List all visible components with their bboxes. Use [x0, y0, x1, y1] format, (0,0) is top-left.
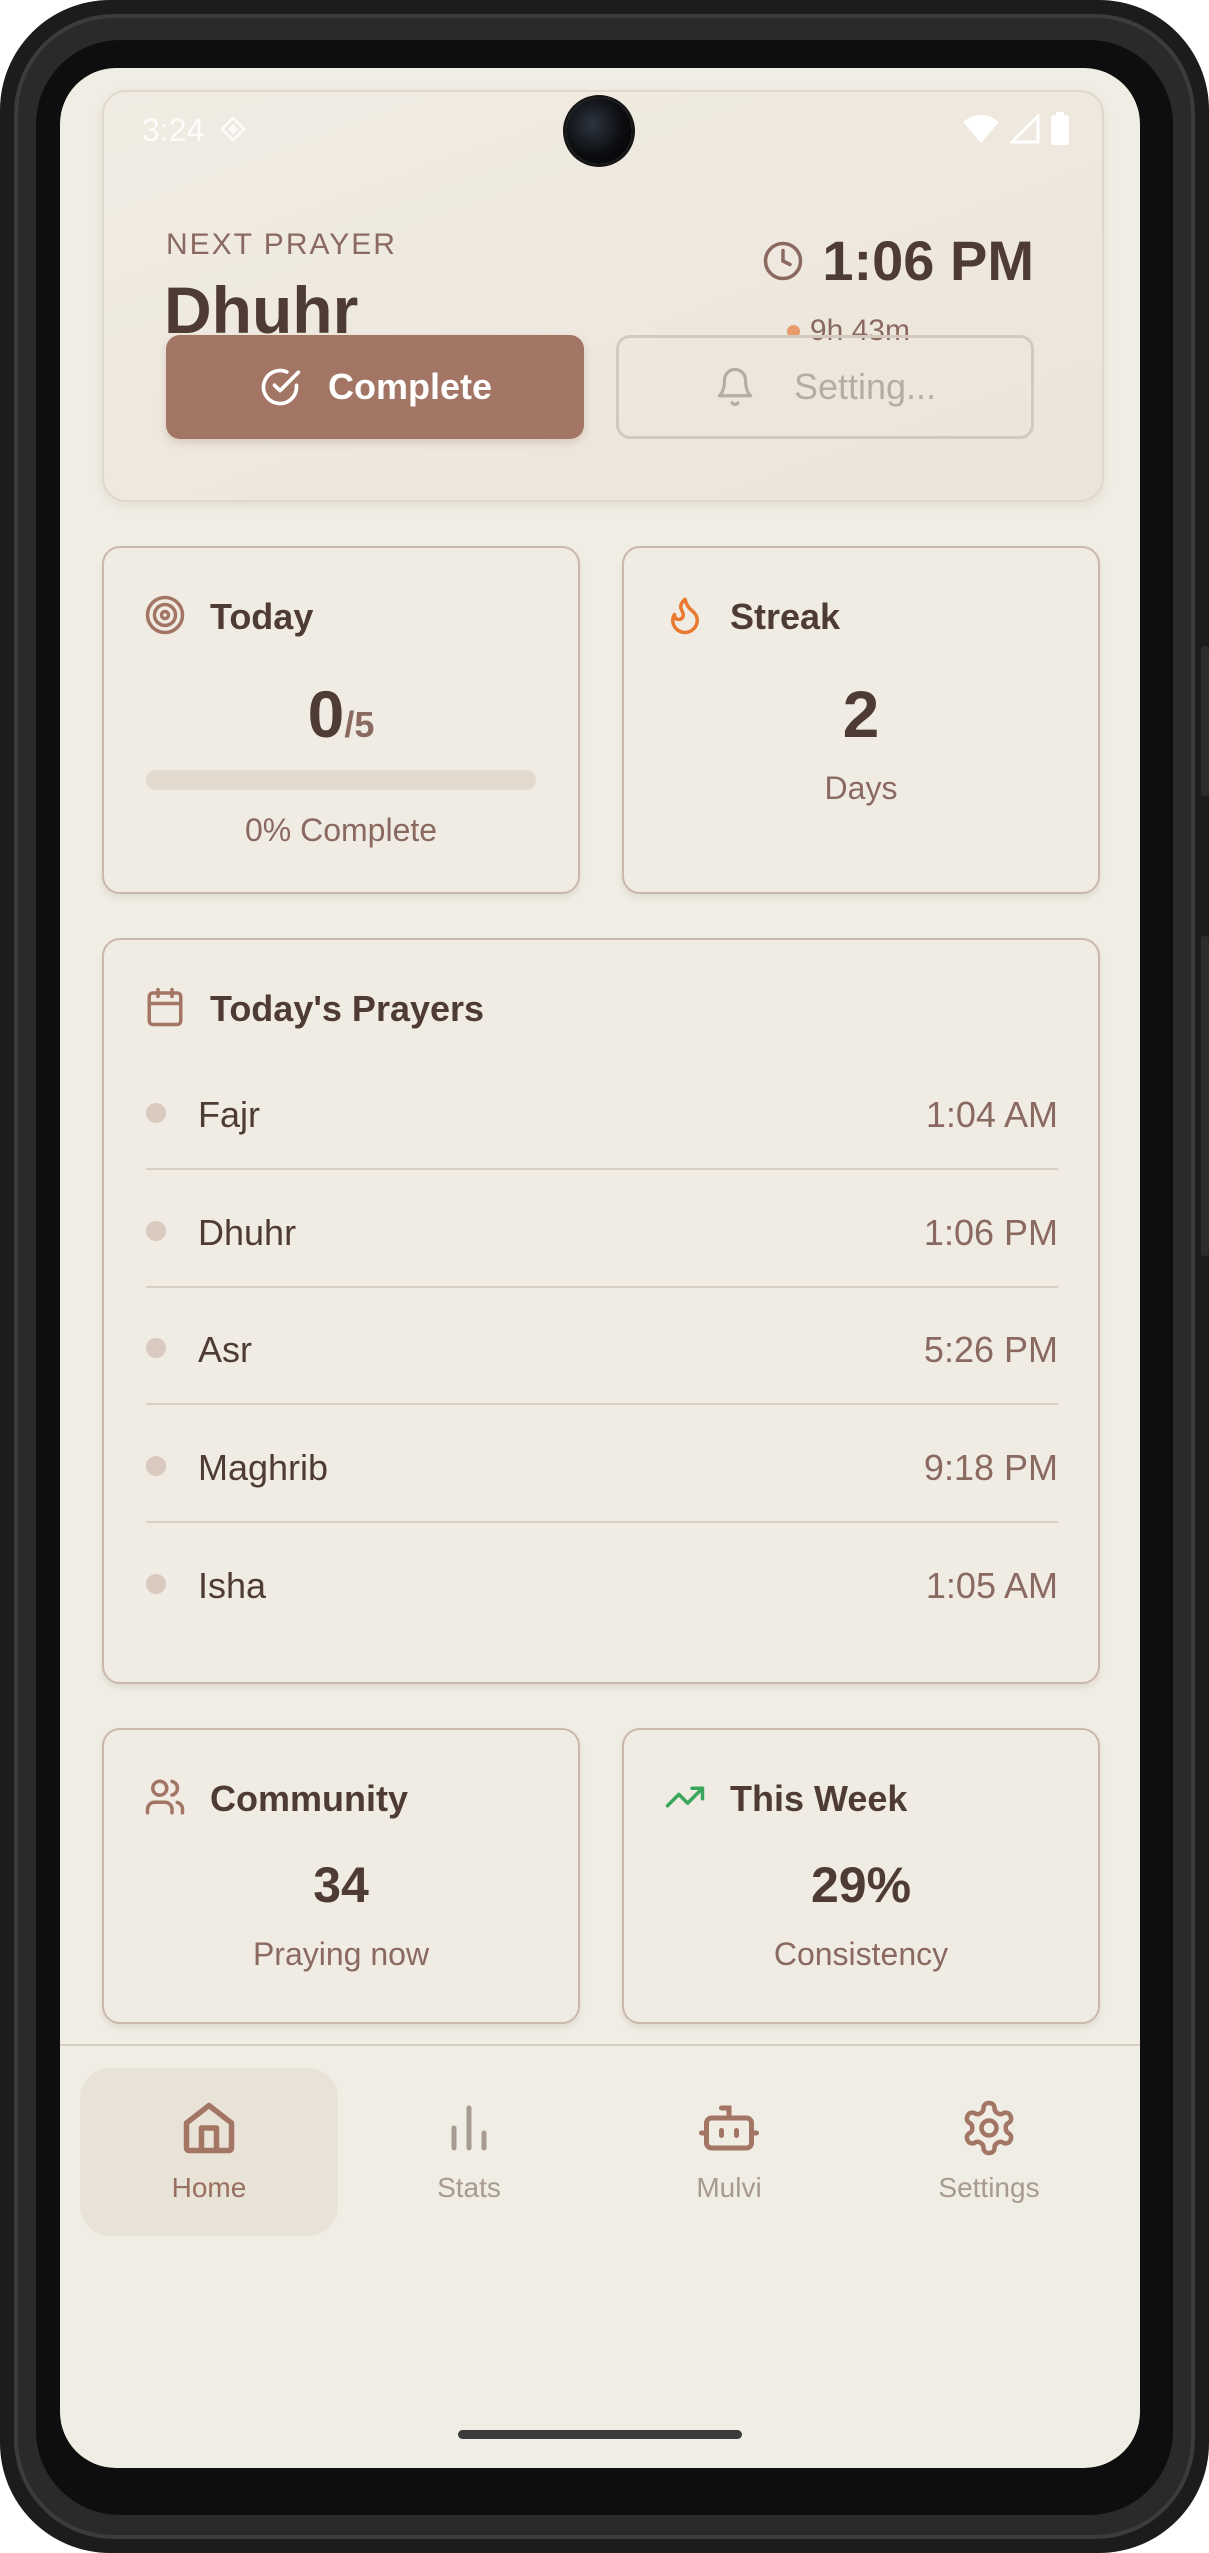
- next-prayer-time: 1:06 PM: [822, 229, 1034, 292]
- prayer-time: 1:04 AM: [925, 1094, 1058, 1135]
- nav-item-settings[interactable]: Settings: [860, 2068, 1118, 2236]
- bar-chart-icon: [451, 2105, 487, 2151]
- bot-icon: [699, 2105, 759, 2151]
- prayer-name: Dhuhr: [198, 1212, 297, 1253]
- target-icon: [145, 595, 185, 635]
- todays-prayers-card: Today's Prayers Fajr 1:04 AM Dhuhr 1:06 …: [102, 938, 1100, 1684]
- this-week-card: This Week 29% Consistency: [622, 1728, 1100, 2024]
- prayer-status-dot: [146, 1103, 166, 1123]
- volume-button: [1201, 936, 1209, 1256]
- complete-button-label: Complete: [327, 366, 493, 407]
- power-button: [1201, 646, 1209, 796]
- todays-prayers-title: Today's Prayers: [210, 988, 485, 1029]
- setting-button[interactable]: Setting...: [616, 335, 1034, 439]
- prayer-row-dhuhr[interactable]: Dhuhr 1:06 PM: [146, 1170, 1058, 1288]
- users-icon: [145, 1779, 185, 1815]
- next-prayer-time-group: 1:06 PM: [762, 228, 1034, 293]
- prayer-row-isha[interactable]: Isha 1:05 AM: [146, 1523, 1058, 1641]
- clock-icon: [764, 241, 803, 280]
- today-title: Today: [210, 596, 314, 637]
- nav-item-home[interactable]: Home: [80, 2068, 338, 2236]
- prayer-time: 1:06 PM: [923, 1212, 1058, 1253]
- wifi-icon: [963, 115, 999, 143]
- streak-unit: Days: [824, 770, 898, 806]
- this-week-sub: Consistency: [773, 1936, 949, 1972]
- phone-frame: 3:24 NEXT PRAYER Dhuhr 1:06 PM 9h 43m Co…: [0, 0, 1209, 2553]
- check-circle-icon: [261, 368, 301, 406]
- status-time: 3:24: [142, 112, 205, 148]
- signal-icon: [1010, 114, 1040, 144]
- this-week-value: 29%: [810, 1857, 912, 1913]
- battery-icon: [1051, 112, 1069, 145]
- status-icons: [962, 112, 1070, 146]
- today-complete-text: 0% Complete: [244, 812, 438, 848]
- home-icon: [183, 2102, 235, 2154]
- prayer-time: 9:18 PM: [923, 1447, 1058, 1488]
- notification-icon: [220, 116, 246, 142]
- prayer-name: Asr: [198, 1329, 252, 1370]
- flame-icon: [671, 597, 699, 635]
- prayer-status-dot: [146, 1456, 166, 1476]
- prayer-time: 5:26 PM: [923, 1329, 1058, 1370]
- community-sub: Praying now: [252, 1936, 430, 1972]
- nav-label-home: Home: [171, 2172, 247, 2203]
- bell-icon: [717, 368, 753, 406]
- status-bar: 3:24: [60, 68, 1140, 198]
- community-value: 34: [313, 1857, 369, 1913]
- streak-value: 2: [842, 677, 880, 751]
- community-title: Community: [210, 1778, 408, 1819]
- complete-button[interactable]: Complete: [166, 335, 584, 439]
- prayer-row-asr[interactable]: Asr 5:26 PM: [146, 1287, 1058, 1405]
- gear-icon: [964, 2100, 1014, 2156]
- prayer-row-maghrib[interactable]: Maghrib 9:18 PM: [146, 1405, 1058, 1523]
- prayer-name: Maghrib: [198, 1447, 329, 1488]
- trending-up-icon: [665, 1786, 705, 1808]
- prayer-status-dot: [146, 1338, 166, 1358]
- next-prayer-label: NEXT PRAYER: [166, 228, 397, 261]
- today-progress-bar: [146, 770, 536, 790]
- nav-item-stats[interactable]: Stats: [340, 2068, 598, 2236]
- home-indicator[interactable]: [458, 2430, 742, 2439]
- setting-button-label: Setting...: [793, 366, 937, 407]
- calendar-icon: [147, 987, 183, 1027]
- streak-title: Streak: [730, 596, 841, 637]
- bottom-nav: Home Stats Mulvi Settings: [60, 2046, 1140, 2246]
- streak-card: Streak 2 Days: [622, 546, 1100, 894]
- prayer-status-dot: [146, 1574, 166, 1594]
- today-count-group: 0/5: [104, 676, 578, 752]
- today-total: /5: [344, 704, 375, 745]
- nav-label-stats: Stats: [437, 2172, 501, 2203]
- prayer-row-fajr[interactable]: Fajr 1:04 AM: [146, 1052, 1058, 1170]
- nav-item-mulvi[interactable]: Mulvi: [600, 2068, 858, 2236]
- nav-label-settings: Settings: [938, 2172, 1040, 2203]
- today-card: Today 0/5 0% Complete: [102, 546, 580, 894]
- nav-label-mulvi: Mulvi: [696, 2172, 762, 2203]
- screen: 3:24 NEXT PRAYER Dhuhr 1:06 PM 9h 43m Co…: [60, 68, 1140, 2468]
- this-week-title: This Week: [730, 1778, 908, 1819]
- prayer-time: 1:05 AM: [925, 1565, 1058, 1606]
- prayer-status-dot: [146, 1221, 166, 1241]
- prayer-name: Fajr: [198, 1094, 260, 1135]
- prayer-name: Isha: [198, 1565, 267, 1606]
- community-card: Community 34 Praying now: [102, 1728, 580, 2024]
- front-camera: [566, 98, 632, 164]
- today-count: 0: [307, 677, 345, 751]
